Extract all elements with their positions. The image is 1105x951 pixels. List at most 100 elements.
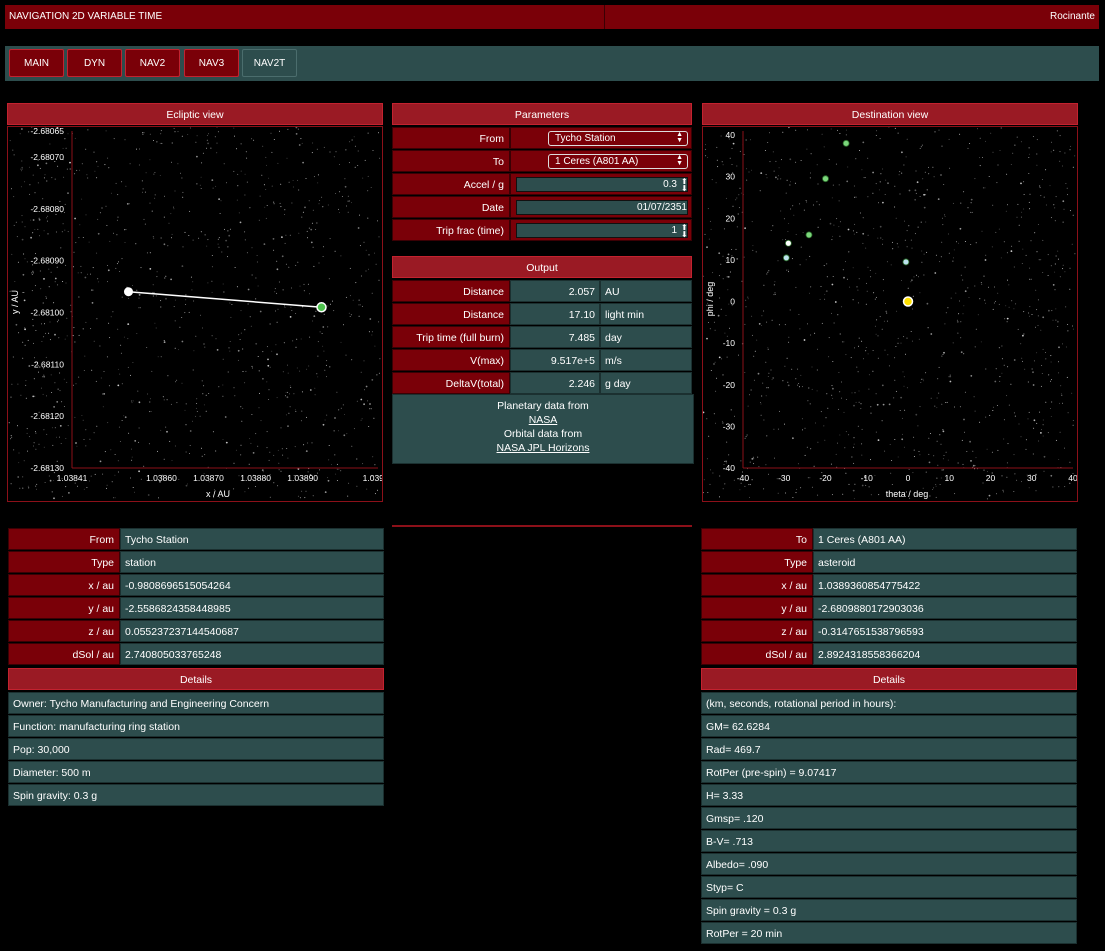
x-tick-label: 40 — [1068, 473, 1077, 483]
origin-point[interactable] — [123, 287, 133, 297]
output-unit: day — [600, 326, 692, 348]
x-tick-label: 1.03870 — [193, 473, 224, 483]
y-tick-label: -20 — [723, 380, 736, 390]
info-row: dSol / au 2.740805033765248 — [8, 643, 384, 665]
info-row: x / au -0.9808696515054264 — [8, 574, 384, 596]
body-point[interactable] — [782, 254, 790, 262]
body-point[interactable] — [902, 296, 914, 307]
info-value: -0.9808696515054264 — [120, 574, 384, 596]
to-info-panel: To 1 Ceres (A801 AA) Type asteroid x / au 1.0… — [701, 528, 1077, 948]
tab-nav2[interactable]: NAV2 — [125, 49, 180, 77]
y-tick-label: 40 — [726, 130, 736, 140]
from-select-value: Tycho Station — [555, 133, 616, 144]
output-value: 2.246 — [510, 372, 600, 394]
destination-panel: Destination view -40 -30 -20 -10 0 10 20 30 40 40… — [702, 103, 1078, 502]
nasa-jpl-link[interactable]: NASA JPL Horizons — [497, 442, 590, 454]
info-row: y / au -2.6809880172903036 — [701, 597, 1077, 619]
select-arrows-icon: ▲ ▼ — [676, 154, 683, 167]
detail-line: GM= 62.6284 — [701, 715, 1077, 737]
output-unit: light min — [600, 303, 692, 325]
accel-input[interactable]: 0.3 — [516, 177, 688, 192]
output-title: Output — [392, 256, 692, 278]
ship-name: Rocinante — [1049, 11, 1095, 22]
param-accel-label: Accel / g — [392, 173, 510, 195]
ecliptic-plot[interactable]: 1.03841 1.03860 1.03870 1.03880 1.03890 1.039… — [7, 126, 394, 502]
titlebar-divider — [604, 5, 605, 29]
trip-spinner-icon[interactable]: ⬆ ⬇ — [681, 224, 688, 239]
date-input[interactable]: 01/07/2351 — [516, 200, 688, 215]
to-select-value: 1 Ceres (A801 AA) — [555, 156, 639, 167]
output-label: V(max) — [392, 349, 510, 371]
y-tick-label: 30 — [726, 172, 736, 182]
detail-line: RotPer = 20 min — [701, 922, 1077, 944]
output-row: Trip time (full burn) 7.485 day — [392, 326, 692, 348]
x-tick-label: 10 — [945, 473, 955, 483]
trip-frac-input[interactable]: 1 — [516, 223, 688, 238]
from-info-panel: From Tycho Station Type station x / au -0.980… — [8, 528, 384, 808]
ecliptic-chart[interactable]: 1.03841 1.03860 1.03870 1.03880 1.03890 1.039… — [8, 126, 394, 501]
tab-bar: MAIN DYN NAV2 NAV3 NAV2T — [5, 46, 1099, 81]
destination-plot[interactable]: -40 -30 -20 -10 0 10 20 30 40 40 30 20 10 0 -10 -20 -30 -… — [702, 126, 1078, 502]
y-tick-label: -2.68120 — [30, 411, 64, 421]
x-tick-label: 1.03860 — [146, 473, 177, 483]
ecliptic-title: Ecliptic view — [7, 103, 383, 125]
info-label: From — [8, 528, 120, 550]
orbital-source-text: Orbital data from — [503, 428, 583, 440]
destination-ylabel: phi / deg — [705, 282, 715, 317]
info-row: z / au -0.3147651538796593 — [701, 620, 1077, 642]
info-value: -2.6809880172903036 — [813, 597, 1077, 619]
tab-main[interactable]: MAIN — [9, 49, 64, 77]
section-divider — [392, 525, 692, 527]
info-value: station — [120, 551, 384, 573]
param-trip-cell: 1 ⬆ ⬇ — [510, 219, 692, 241]
info-row: y / au -2.5586824358448985 — [8, 597, 384, 619]
body-point[interactable] — [822, 175, 829, 183]
tab-nav2t[interactable]: NAV2T — [242, 49, 297, 77]
body-point[interactable] — [842, 139, 850, 147]
parameters-panel: Parameters From Tycho Station ▲ ▼ To 1 Ce… — [392, 103, 694, 464]
y-tick-label: -2.68110 — [31, 359, 64, 369]
from-select[interactable]: Tycho Station ▲ ▼ — [548, 131, 688, 146]
to-select[interactable]: 1 Ceres (A801 AA) ▲ ▼ — [548, 154, 688, 169]
info-row: Type station — [8, 551, 384, 573]
param-from-label: From — [392, 127, 510, 149]
body-point[interactable] — [902, 258, 910, 266]
output-label: Distance — [392, 280, 510, 302]
info-row: Type asteroid — [701, 551, 1077, 573]
param-to-label: To — [392, 150, 510, 172]
info-value: 2.8924318558366204 — [813, 643, 1077, 665]
info-row: dSol / au 2.8924318558366204 — [701, 643, 1077, 665]
info-row: From Tycho Station — [8, 528, 384, 550]
output-value: 2.057 — [510, 280, 600, 302]
window-title: NAVIGATION 2D VARIABLE TIME — [9, 11, 163, 22]
detail-line: Diameter: 500 m — [8, 761, 384, 783]
body-point[interactable] — [784, 239, 792, 247]
destination-point[interactable] — [316, 302, 327, 313]
detail-line: Styp= C — [701, 876, 1077, 898]
output-unit: m/s — [600, 349, 692, 371]
body-point[interactable] — [805, 231, 813, 239]
info-value: asteroid — [813, 551, 1077, 573]
output-value: 7.485 — [510, 326, 600, 348]
x-tick-label: 1.03890 — [287, 473, 318, 483]
output-label: Trip time (full burn) — [392, 326, 510, 348]
nasa-link[interactable]: NASA — [529, 414, 558, 426]
info-label: z / au — [701, 620, 813, 642]
param-date-cell: 01/07/2351 — [510, 196, 692, 218]
tab-dyn[interactable]: DYN — [67, 49, 122, 77]
output-unit: AU — [600, 280, 692, 302]
y-tick-label: -2.68130 — [30, 463, 64, 473]
accel-spinner-icon[interactable]: ⬆ ⬇ — [681, 178, 688, 193]
param-accel-cell: 0.3 ⬆ ⬇ — [510, 173, 692, 195]
info-label: z / au — [8, 620, 120, 642]
ecliptic-ylabel: y / AU — [10, 290, 20, 314]
output-unit: g day — [600, 372, 692, 394]
destination-chart[interactable]: -40 -30 -20 -10 0 10 20 30 40 40 30 20 10 0 -10 -20 -30 -… — [702, 126, 1078, 501]
tab-nav3[interactable]: NAV3 — [184, 49, 239, 77]
date-value: 01/07/2351 — [636, 202, 687, 213]
output-row: DeltaV(total) 2.246 g day — [392, 372, 692, 394]
param-to-cell: 1 Ceres (A801 AA) ▲ ▼ — [510, 150, 692, 172]
detail-line: Owner: Tycho Manufacturing and Engineeri… — [8, 692, 384, 714]
y-tick-label: 10 — [726, 255, 736, 265]
detail-line: Spin gravity = 0.3 g — [701, 899, 1077, 921]
